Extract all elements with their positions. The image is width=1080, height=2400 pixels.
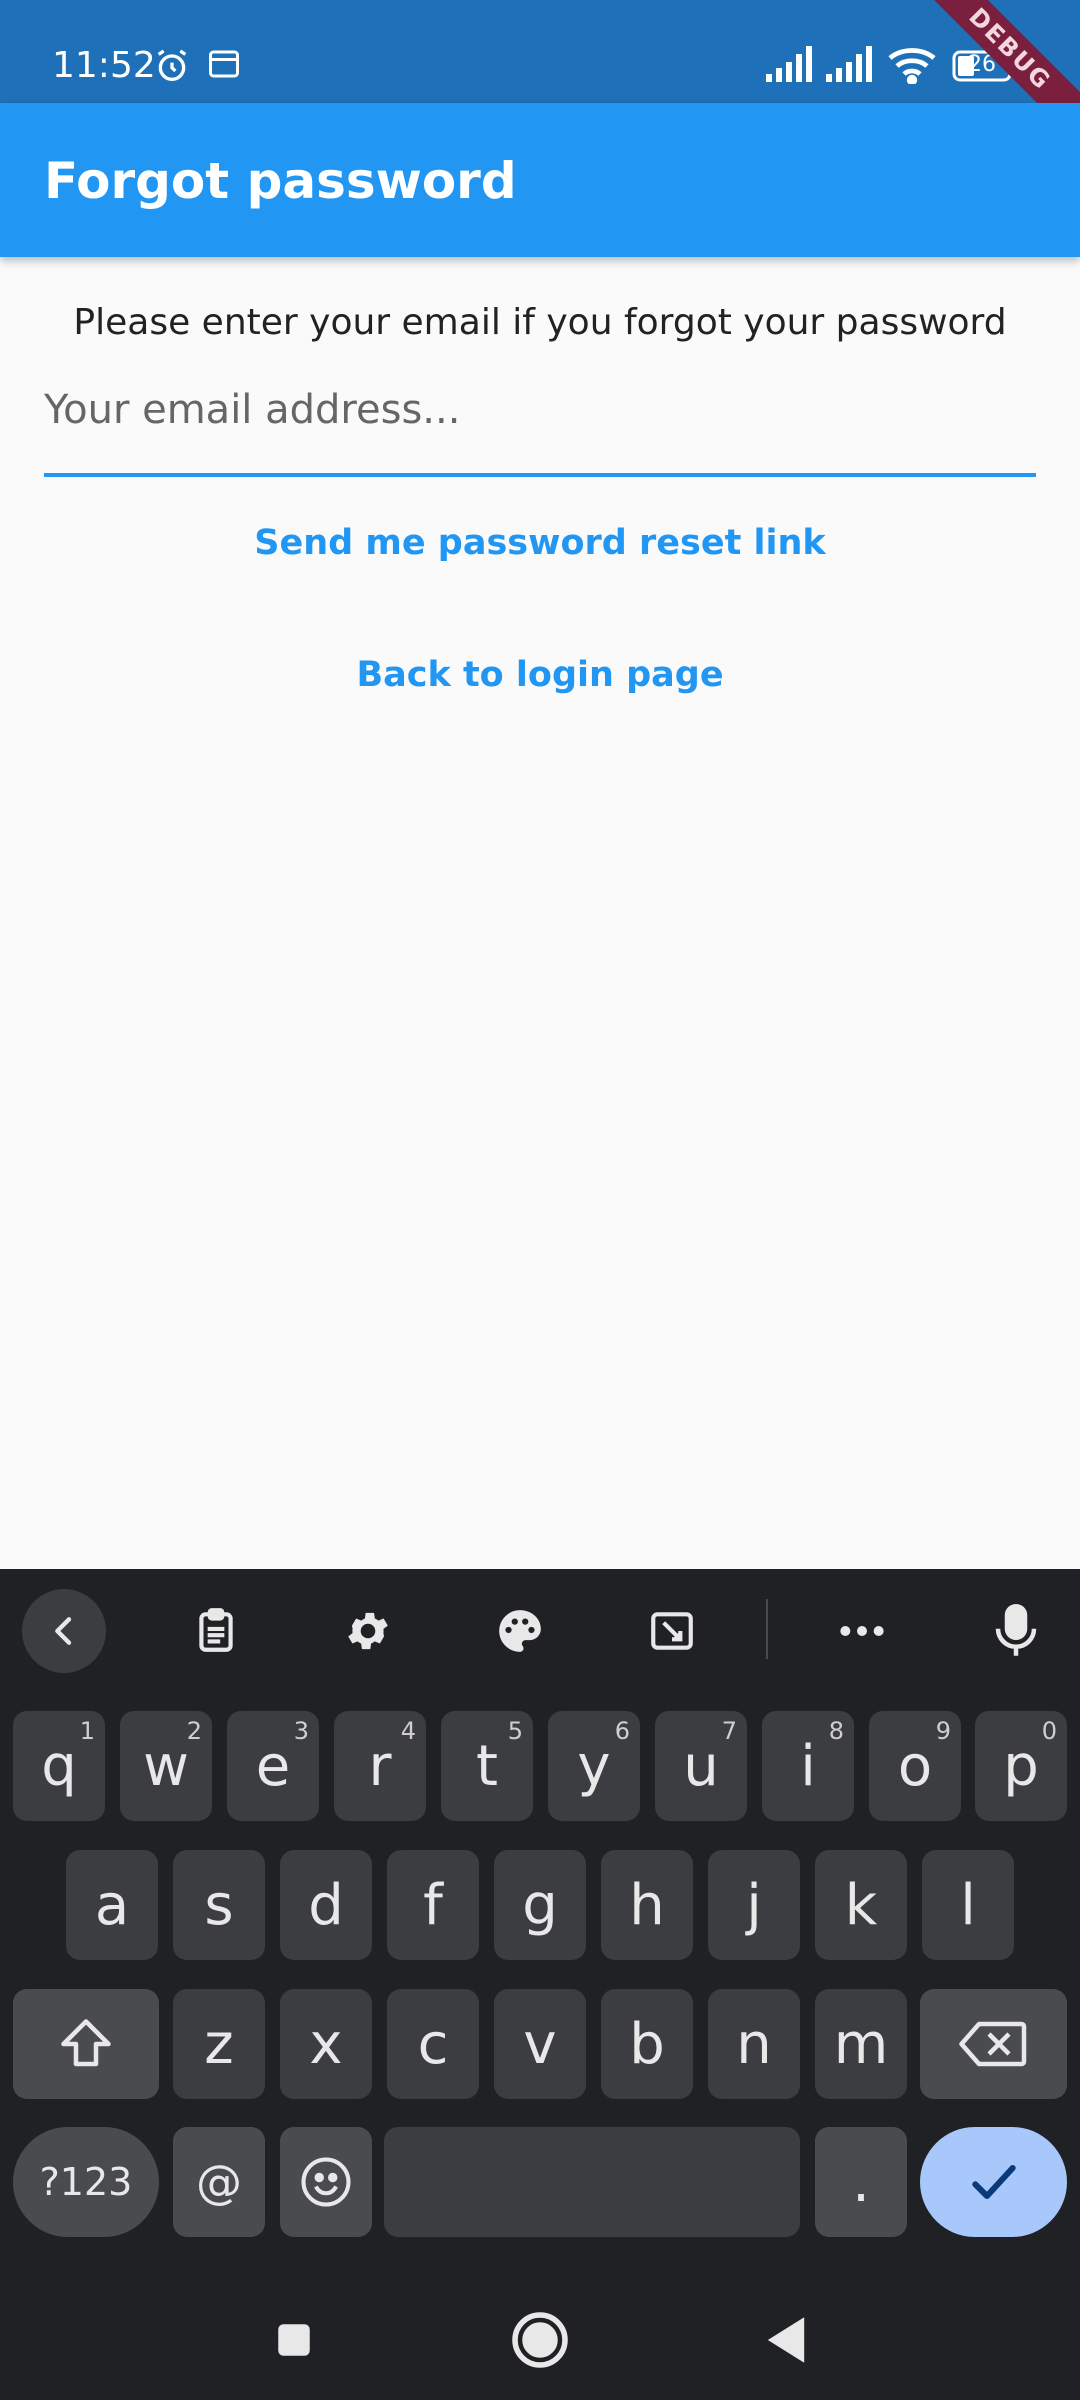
key-hint: 7 [721, 1717, 737, 1745]
key-at[interactable]: @ [173, 2127, 265, 2237]
key-r[interactable]: r4 [334, 1711, 426, 1821]
key-label: w [143, 1733, 189, 1799]
status-time: 11:52 [52, 45, 156, 86]
key-m[interactable]: m [815, 1989, 907, 2099]
key-hint: 3 [293, 1717, 309, 1745]
back-nav-icon[interactable] [756, 2310, 816, 2370]
key-hint: 9 [935, 1717, 951, 1745]
key-hint: 5 [507, 1717, 523, 1745]
key-y[interactable]: y6 [548, 1711, 640, 1821]
shift-icon [61, 2019, 111, 2067]
key-p[interactable]: p0 [975, 1711, 1067, 1821]
key-n[interactable]: n [708, 1989, 800, 2099]
key-hint: 1 [79, 1717, 95, 1745]
page-title: Forgot password [44, 152, 517, 210]
key-q[interactable]: q1 [13, 1711, 105, 1821]
status-bar: 11:52 26 DEBUG [0, 0, 1080, 155]
key-a[interactable]: a [66, 1850, 158, 1960]
key-z[interactable]: z [173, 1989, 265, 2099]
key-label: p [1003, 1733, 1039, 1799]
key-o[interactable]: o9 [869, 1711, 961, 1821]
more-icon[interactable] [820, 1589, 904, 1673]
done-key[interactable] [920, 2127, 1067, 2237]
signal-icon [766, 46, 818, 86]
key-hint: 6 [614, 1717, 630, 1745]
key-label: t [476, 1733, 498, 1799]
key-period[interactable]: . [815, 2127, 907, 2237]
key-e[interactable]: e3 [227, 1711, 319, 1821]
space-key[interactable] [384, 2127, 800, 2237]
key-w[interactable]: w2 [120, 1711, 212, 1821]
key-hint: 8 [828, 1717, 844, 1745]
system-nav-bar [0, 2280, 1080, 2400]
emoji-key[interactable] [280, 2127, 372, 2237]
backspace-key[interactable] [920, 1989, 1067, 2099]
backspace-icon [958, 2021, 1026, 2067]
key-hint: 0 [1041, 1717, 1057, 1745]
key-label: o [897, 1733, 933, 1799]
instruction-text: Please enter your email if you forgot yo… [73, 302, 1007, 343]
alarm-icon [152, 46, 192, 90]
email-field-underline [44, 473, 1036, 477]
floating-keyboard-icon[interactable] [630, 1589, 714, 1673]
wifi-icon [888, 46, 936, 88]
emoji-icon [301, 2157, 351, 2207]
key-c[interactable]: c [387, 1989, 479, 2099]
palette-icon[interactable] [478, 1589, 562, 1673]
key-x[interactable]: x [280, 1989, 372, 2099]
key-label: r [368, 1733, 392, 1799]
key-i[interactable]: i8 [762, 1711, 854, 1821]
key-t[interactable]: t5 [441, 1711, 533, 1821]
key-l[interactable]: l [922, 1850, 1014, 1960]
app-bar: Forgot password [0, 103, 1080, 257]
keyboard-toolbar [0, 1569, 1080, 1689]
key-k[interactable]: k [815, 1850, 907, 1960]
signal-icon-2 [826, 46, 878, 86]
key-g[interactable]: g [494, 1850, 586, 1960]
back-to-login-button[interactable]: Back to login page [0, 652, 1080, 698]
symbols-key[interactable]: ?123 [13, 2127, 159, 2237]
back-icon[interactable] [22, 1589, 106, 1673]
home-icon[interactable] [510, 2310, 570, 2370]
key-j[interactable]: j [708, 1850, 800, 1960]
gear-icon[interactable] [326, 1589, 410, 1673]
key-label: e [255, 1733, 291, 1799]
key-f[interactable]: f [387, 1850, 479, 1960]
toolbar-divider [766, 1599, 768, 1659]
soft-keyboard: q1 w2 e3 r4 t5 y6 u7 i8 o9 p0 a s d f g … [0, 1569, 1080, 2400]
key-hint: 4 [400, 1717, 416, 1745]
microphone-icon[interactable] [974, 1589, 1058, 1673]
send-reset-link-button[interactable]: Send me password reset link [0, 520, 1080, 566]
clipboard-icon[interactable] [174, 1589, 258, 1673]
recents-icon[interactable] [264, 2310, 324, 2370]
key-label: q [41, 1733, 77, 1799]
key-u[interactable]: u7 [655, 1711, 747, 1821]
key-v[interactable]: v [494, 1989, 586, 2099]
key-d[interactable]: d [280, 1850, 372, 1960]
checkmark-icon [971, 2164, 1016, 2200]
key-label: u [683, 1733, 719, 1799]
key-hint: 2 [186, 1717, 202, 1745]
notification-window-icon [206, 46, 242, 86]
key-label: i [800, 1733, 816, 1799]
key-s[interactable]: s [173, 1850, 265, 1960]
email-field[interactable] [44, 375, 1036, 445]
key-label: y [577, 1733, 611, 1799]
shift-key[interactable] [13, 1989, 159, 2099]
key-h[interactable]: h [601, 1850, 693, 1960]
key-b[interactable]: b [601, 1989, 693, 2099]
